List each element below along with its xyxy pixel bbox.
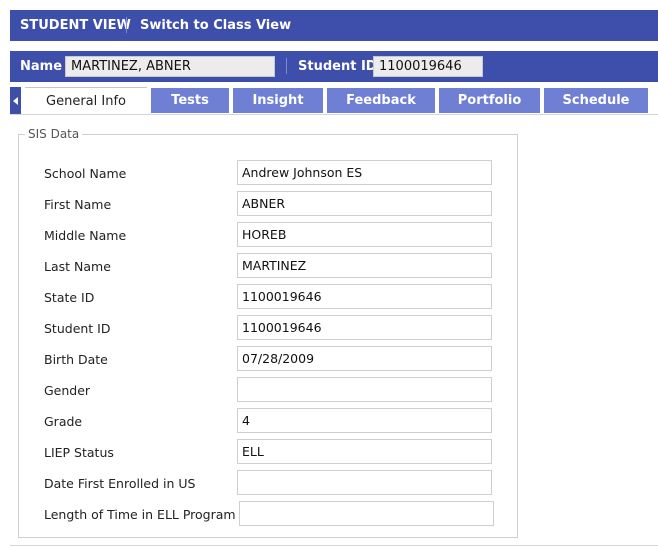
length-in-ell-label: Length of Time in ELL Program <box>44 507 236 522</box>
liep-status-label: LIEP Status <box>44 445 114 460</box>
birth-date-field[interactable]: 07/28/2009 <box>237 346 492 371</box>
tab-schedule[interactable]: Schedule <box>544 88 648 113</box>
tab-bar: General Info Tests Insight Feedback Port… <box>10 87 658 115</box>
length-in-ell-field[interactable] <box>239 501 494 526</box>
first-name-label: First Name <box>44 197 112 212</box>
middle-name-field[interactable]: HOREB <box>237 222 492 247</box>
switch-to-class-view-link[interactable]: Switch to Class View <box>140 18 291 33</box>
grade-field[interactable]: 4 <box>237 408 492 433</box>
header-bar: STUDENT VIEW Switch to Class View <box>10 10 658 41</box>
bottom-divider-line <box>10 545 658 546</box>
tab-divider-line <box>10 114 658 115</box>
student-id-label: Student ID <box>298 59 377 74</box>
date-first-enrolled-field[interactable] <box>237 470 492 495</box>
tab-scroll-left-button[interactable] <box>10 87 21 114</box>
tab-feedback[interactable]: Feedback <box>327 88 435 113</box>
first-name-field[interactable]: ABNER <box>237 191 492 216</box>
tab-general-info[interactable]: General Info <box>25 87 147 115</box>
state-id-field[interactable]: 1100019646 <box>237 284 492 309</box>
student-info-bar: Name MARTINEZ, ABNER Student ID 11000196… <box>10 51 658 82</box>
tab-tests[interactable]: Tests <box>151 88 229 113</box>
sis-data-panel: SIS Data School Name Andrew Johnson ES F… <box>18 127 518 538</box>
field-row-length-in-ell: Length of Time in ELL Program <box>19 501 517 538</box>
gender-label: Gender <box>44 383 91 398</box>
chevron-left-icon <box>13 96 18 105</box>
student-view-label: STUDENT VIEW <box>20 18 131 33</box>
info-divider <box>286 58 287 74</box>
student-id-field: 1100019646 <box>373 56 483 77</box>
header-divider <box>126 17 127 33</box>
state-id-label: State ID <box>44 290 95 305</box>
last-name-field[interactable]: MARTINEZ <box>237 253 492 278</box>
birth-date-label: Birth Date <box>44 352 108 367</box>
date-first-enrolled-label: Date First Enrolled in US <box>44 476 196 491</box>
tab-portfolio[interactable]: Portfolio <box>439 88 540 113</box>
school-name-field[interactable]: Andrew Johnson ES <box>237 160 492 185</box>
student-id-row-label: Student ID <box>44 321 111 336</box>
name-label: Name <box>20 59 63 74</box>
school-name-label: School Name <box>44 166 127 181</box>
sis-data-legend: SIS Data <box>28 127 80 141</box>
tab-insight[interactable]: Insight <box>233 88 323 113</box>
last-name-label: Last Name <box>44 259 111 274</box>
student-id-row-field[interactable]: 1100019646 <box>237 315 492 340</box>
liep-status-field[interactable]: ELL <box>237 439 492 464</box>
grade-label: Grade <box>44 414 83 429</box>
gender-field[interactable] <box>237 377 492 402</box>
middle-name-label: Middle Name <box>44 228 127 243</box>
student-name-field: MARTINEZ, ABNER <box>65 56 275 77</box>
